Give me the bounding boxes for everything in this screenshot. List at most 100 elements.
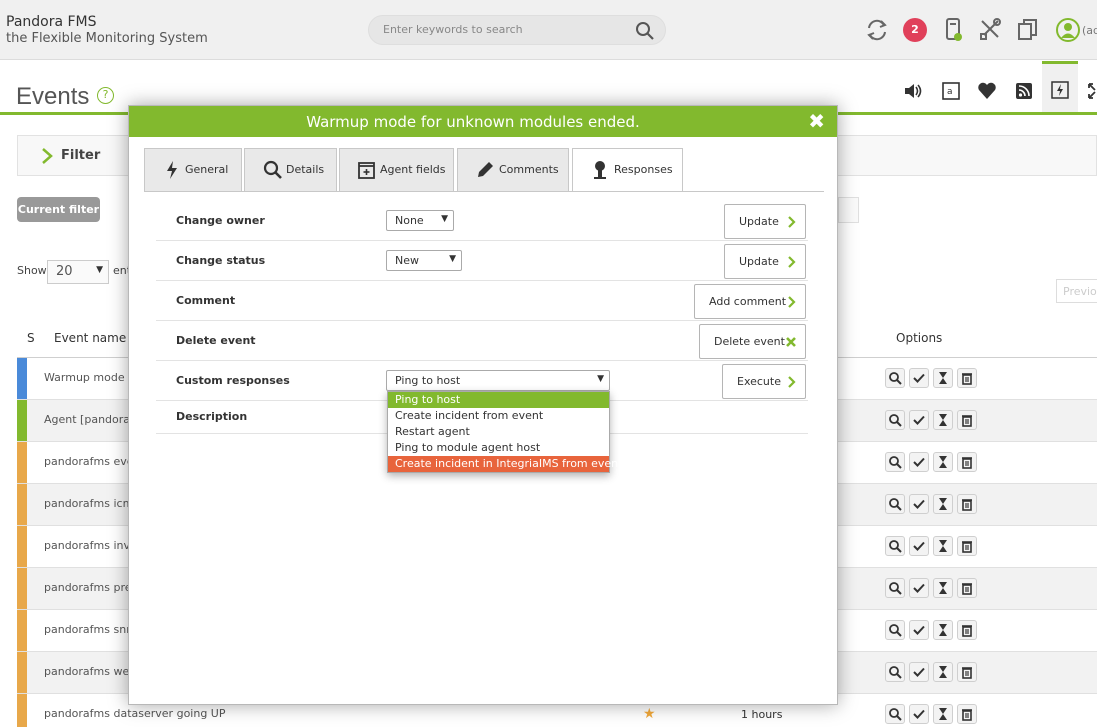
event-name[interactable]: pandorafms icmp bbox=[44, 497, 140, 510]
tab-general[interactable]: General bbox=[144, 148, 242, 191]
trash-icon[interactable] bbox=[957, 704, 977, 724]
trash-icon[interactable] bbox=[957, 536, 977, 556]
trash-icon[interactable] bbox=[957, 368, 977, 388]
trash-icon[interactable] bbox=[957, 410, 977, 430]
previous-page-button[interactable]: Previou bbox=[1056, 279, 1097, 303]
event-name[interactable]: pandorafms web bbox=[44, 665, 136, 678]
heart-icon[interactable] bbox=[977, 81, 997, 101]
change-status-label: Change status bbox=[176, 254, 266, 267]
notification-badge[interactable]: 2 bbox=[903, 18, 927, 42]
execute-button-label: Execute bbox=[737, 375, 781, 388]
bolt-icon[interactable] bbox=[1051, 81, 1069, 102]
event-name[interactable]: pandorafms snm bbox=[44, 623, 137, 636]
update-owner-button[interactable]: Update bbox=[724, 204, 806, 239]
refresh-icon[interactable] bbox=[864, 17, 890, 43]
zoom-icon[interactable] bbox=[885, 452, 905, 472]
check-icon[interactable] bbox=[909, 578, 929, 598]
status-select[interactable]: New ▼ bbox=[386, 250, 462, 271]
trash-icon[interactable] bbox=[957, 578, 977, 598]
option-create-incident[interactable]: Create incident from event bbox=[388, 408, 609, 424]
tab-agent-fields[interactable]: Agent fields bbox=[339, 148, 454, 191]
column-event-name[interactable]: Event name bbox=[54, 331, 126, 345]
row-options bbox=[885, 410, 981, 430]
row-options bbox=[885, 704, 981, 724]
page-size-select[interactable]: 20 ▼ bbox=[47, 260, 109, 284]
tools-icon[interactable] bbox=[978, 17, 1004, 43]
zoom-icon[interactable] bbox=[885, 494, 905, 514]
execute-button[interactable]: Execute bbox=[722, 364, 806, 399]
search-icon[interactable] bbox=[635, 21, 655, 44]
tab-divider bbox=[144, 191, 824, 192]
option-ping-to-host[interactable]: Ping to host bbox=[388, 392, 609, 408]
filter-label[interactable]: Filter bbox=[61, 148, 100, 163]
hourglass-icon[interactable] bbox=[933, 410, 953, 430]
sound-icon[interactable] bbox=[903, 81, 923, 101]
current-filter-tab[interactable]: Current filter bbox=[17, 197, 100, 222]
zoom-icon[interactable] bbox=[885, 578, 905, 598]
rss-icon[interactable] bbox=[1014, 81, 1034, 101]
option-restart-agent[interactable]: Restart agent bbox=[388, 424, 609, 440]
event-name[interactable]: pandorafms inve bbox=[44, 539, 137, 552]
event-name[interactable]: pandorafms pred bbox=[44, 581, 139, 594]
hourglass-icon[interactable] bbox=[933, 452, 953, 472]
hourglass-icon[interactable] bbox=[933, 662, 953, 682]
zoom-icon[interactable] bbox=[885, 410, 905, 430]
hourglass-icon[interactable] bbox=[933, 536, 953, 556]
check-icon[interactable] bbox=[909, 368, 929, 388]
trash-icon[interactable] bbox=[957, 662, 977, 682]
delete-event-button[interactable]: Delete event bbox=[699, 324, 806, 359]
zoom-icon[interactable] bbox=[885, 536, 905, 556]
zoom-icon[interactable] bbox=[885, 620, 905, 640]
hourglass-icon[interactable] bbox=[933, 620, 953, 640]
trash-icon[interactable] bbox=[957, 620, 977, 640]
close-icon[interactable]: ✖ bbox=[808, 111, 825, 131]
search-box[interactable] bbox=[368, 15, 666, 45]
search-input[interactable] bbox=[383, 23, 623, 36]
check-icon[interactable] bbox=[909, 494, 929, 514]
event-name[interactable]: Warmup mode fo bbox=[44, 371, 139, 384]
add-comment-button[interactable]: Add comment bbox=[694, 284, 806, 319]
active-view-tab[interactable] bbox=[1042, 61, 1078, 112]
chevron-right-icon[interactable] bbox=[40, 147, 54, 168]
event-name[interactable]: pandorafms dataserver going UP bbox=[44, 707, 225, 720]
trash-icon[interactable] bbox=[957, 494, 977, 514]
hourglass-icon[interactable] bbox=[933, 704, 953, 724]
tab-details[interactable]: Details bbox=[244, 148, 337, 191]
update-status-button-label: Update bbox=[739, 255, 779, 268]
check-icon[interactable] bbox=[909, 536, 929, 556]
hourglass-icon[interactable] bbox=[933, 368, 953, 388]
option-ping-module-agent-host[interactable]: Ping to module agent host bbox=[388, 440, 609, 456]
tab-comments[interactable]: Comments bbox=[457, 148, 569, 191]
chevron-right-icon bbox=[787, 295, 797, 312]
row-options bbox=[885, 620, 981, 640]
help-icon[interactable]: ? bbox=[97, 87, 114, 104]
tab-responses[interactable]: Responses bbox=[572, 148, 683, 192]
check-icon[interactable] bbox=[909, 620, 929, 640]
event-name[interactable]: Agent [pandoraf bbox=[44, 413, 134, 426]
event-name[interactable]: pandorafms ever bbox=[44, 455, 138, 468]
severity-stripe bbox=[17, 652, 27, 693]
check-icon[interactable] bbox=[909, 704, 929, 724]
custom-response-select[interactable]: Ping to host ▼ bbox=[386, 370, 610, 391]
hourglass-icon[interactable] bbox=[933, 578, 953, 598]
owner-select[interactable]: None ▼ bbox=[386, 210, 454, 231]
check-icon[interactable] bbox=[909, 410, 929, 430]
check-icon[interactable] bbox=[909, 662, 929, 682]
trash-icon[interactable] bbox=[957, 452, 977, 472]
user-label[interactable]: (ad bbox=[1082, 24, 1097, 37]
option-create-incident-integriaims[interactable]: Create incident in IntegriaIMS from even… bbox=[388, 456, 622, 472]
server-status-icon[interactable] bbox=[942, 17, 968, 43]
zoom-icon[interactable] bbox=[885, 704, 905, 724]
fullscreen-icon[interactable] bbox=[1086, 81, 1097, 101]
zoom-icon[interactable] bbox=[885, 662, 905, 682]
check-icon[interactable] bbox=[909, 452, 929, 472]
update-status-button[interactable]: Update bbox=[724, 244, 806, 279]
dropdown-arrow-icon: ▼ bbox=[597, 374, 604, 384]
copy-icon[interactable] bbox=[1016, 17, 1042, 43]
hourglass-icon[interactable] bbox=[933, 494, 953, 514]
chevron-right-icon bbox=[787, 375, 797, 392]
column-status[interactable]: S bbox=[27, 331, 35, 345]
zoom-icon[interactable] bbox=[885, 368, 905, 388]
event-list-icon[interactable]: a bbox=[941, 81, 961, 101]
user-avatar-icon[interactable] bbox=[1055, 17, 1081, 43]
